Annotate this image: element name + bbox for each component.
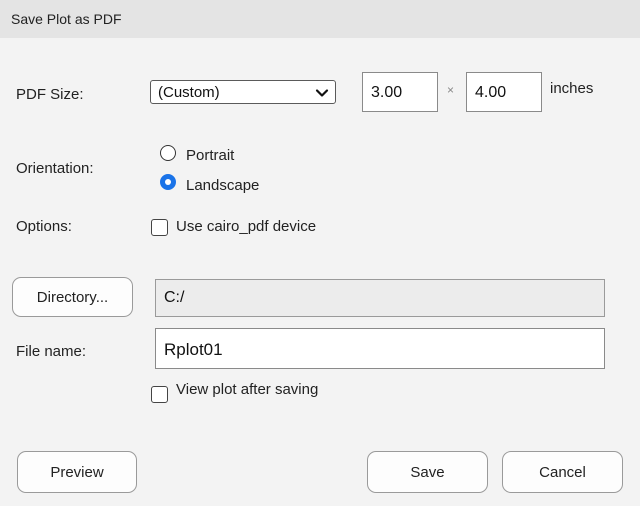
pdf-size-select[interactable]: (Custom) [150,80,336,104]
file-name-value: Rplot01 [164,340,223,359]
view-after-saving-checkbox[interactable] [151,386,168,403]
file-name-input[interactable]: Rplot01 [155,328,605,369]
times-symbol: × [447,83,455,97]
unit-label: inches [550,80,594,97]
pdf-width-value: 3.00 [371,84,403,101]
chevron-down-icon [315,89,329,97]
options-label: Options: [16,218,72,235]
directory-button[interactable]: Directory... [12,277,133,317]
pdf-height-value: 4.00 [475,84,507,101]
dialog-title: Save Plot as PDF [11,11,122,27]
save-button[interactable]: Save [367,451,488,493]
cairo-pdf-checkbox[interactable] [151,219,168,236]
directory-path-value: C:/ [164,289,185,306]
pdf-height-input[interactable]: 4.00 [466,72,542,112]
directory-path-field: C:/ [155,279,605,317]
view-after-saving-label[interactable]: View plot after saving [176,381,318,398]
title-bar: Save Plot as PDF [0,0,640,38]
pdf-width-input[interactable]: 3.00 [362,72,438,112]
cairo-pdf-label[interactable]: Use cairo_pdf device [176,218,316,235]
landscape-radio[interactable] [160,174,176,190]
portrait-radio[interactable] [160,145,176,161]
cancel-button[interactable]: Cancel [502,451,623,493]
orientation-label: Orientation: [16,160,94,177]
pdf-size-label: PDF Size: [16,86,84,103]
file-name-label: File name: [16,343,87,360]
save-plot-dialog: Save Plot as PDF PDF Size: (Custom) 3.00… [0,0,640,506]
portrait-label[interactable]: Portrait [186,147,234,164]
landscape-label[interactable]: Landscape [186,177,259,194]
preview-button[interactable]: Preview [17,451,137,493]
pdf-size-selected-value: (Custom) [158,84,220,101]
